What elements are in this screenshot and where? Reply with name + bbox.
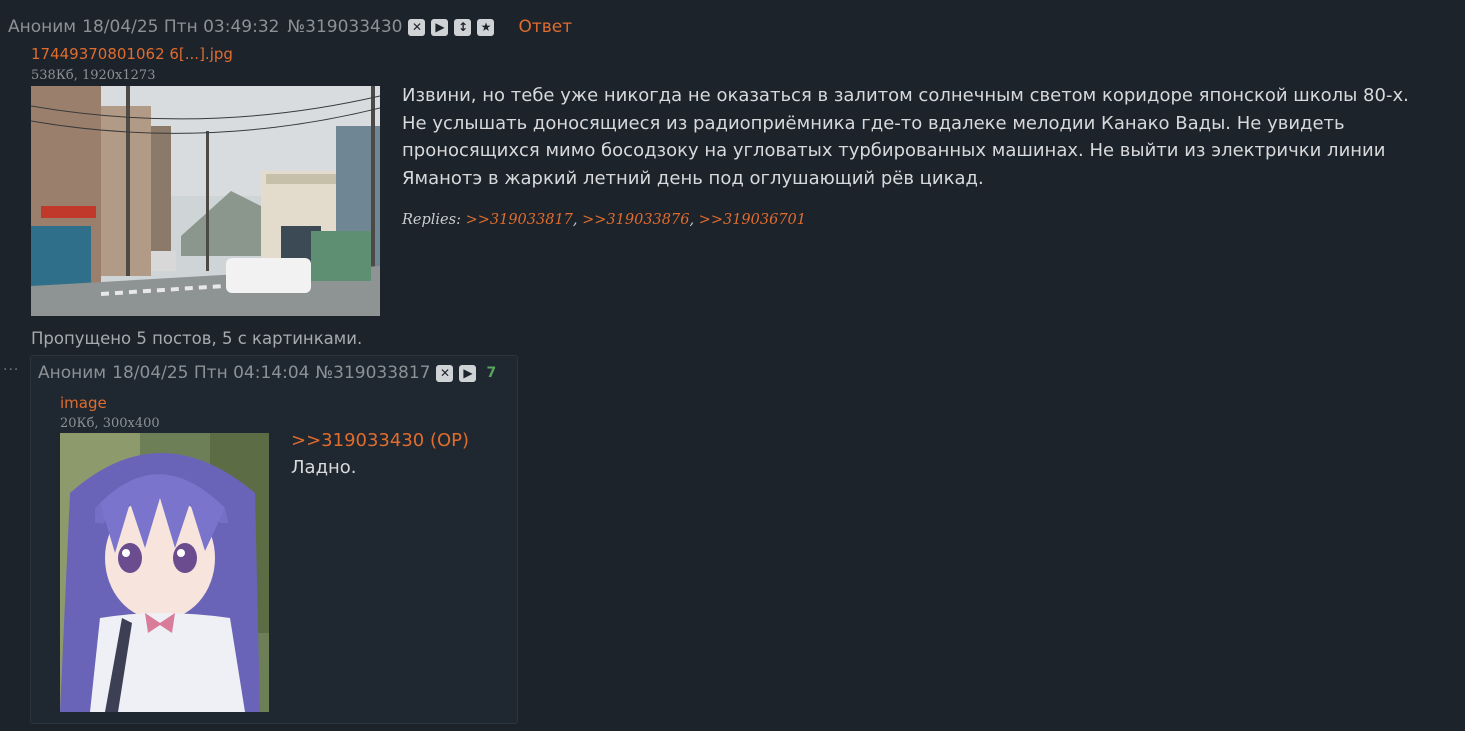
op-file-info: 538Кб, 1920x1273 — [31, 68, 156, 83]
reply-button[interactable]: Ответ — [518, 17, 572, 37]
omitted-posts-notice[interactable]: Пропущено 5 постов, 5 с картинками. — [31, 329, 362, 348]
op-date: 18/04/25 Птн 03:49:32 — [82, 17, 280, 37]
play-icon[interactable]: ▶ — [431, 18, 449, 36]
reply-file-info: 20Кб, 300x400 — [60, 416, 160, 431]
op-header: Аноним 18/04/25 Птн 03:49:32 №319033430 … — [8, 14, 572, 40]
close-icon[interactable]: ✕ — [436, 364, 454, 382]
op-post-number[interactable]: №319033430 — [287, 17, 402, 37]
reply-link-3[interactable]: >>319036701 — [699, 212, 806, 228]
op-author: Аноним — [8, 17, 77, 37]
expand-icon[interactable]: ↕ — [454, 18, 472, 36]
replies-label: Replies: — [402, 212, 461, 228]
replies-list: Replies: >>319033817, >>319033876, >>319… — [402, 212, 806, 228]
reply-quote-link[interactable]: >>319033430 (OP) — [291, 430, 469, 451]
reply-date: 18/04/25 Птн 04:14:04 — [112, 363, 310, 383]
post-menu-dots-icon[interactable]: ... — [3, 358, 19, 374]
reply-thumbnail-anime-girl[interactable] — [60, 433, 269, 712]
reply-author: Аноним — [38, 363, 107, 383]
reply-count-badge: 7 — [486, 365, 497, 381]
reply-post: Аноним 18/04/25 Птн 04:14:04 №319033817 … — [30, 355, 518, 724]
op-message-text: Извини, но тебе уже никогда не оказаться… — [402, 85, 1409, 189]
reply-link-2[interactable]: >>319033876 — [582, 212, 689, 228]
op-thumbnail-street-photo[interactable] — [31, 86, 380, 316]
op-file-name[interactable]: 17449370801062 6[...].jpg — [31, 45, 233, 63]
reply-post-number[interactable]: №319033817 — [315, 363, 430, 383]
close-icon[interactable]: ✕ — [408, 18, 426, 36]
play-icon[interactable]: ▶ — [459, 364, 477, 382]
reply-file-name[interactable]: image — [60, 394, 107, 412]
star-icon[interactable]: ★ — [477, 18, 495, 36]
reply-header: Аноним 18/04/25 Птн 04:14:04 №319033817 … — [38, 363, 496, 383]
reply-message-text: Ладно. — [291, 457, 357, 478]
reply-link-1[interactable]: >>319033817 — [466, 212, 573, 228]
